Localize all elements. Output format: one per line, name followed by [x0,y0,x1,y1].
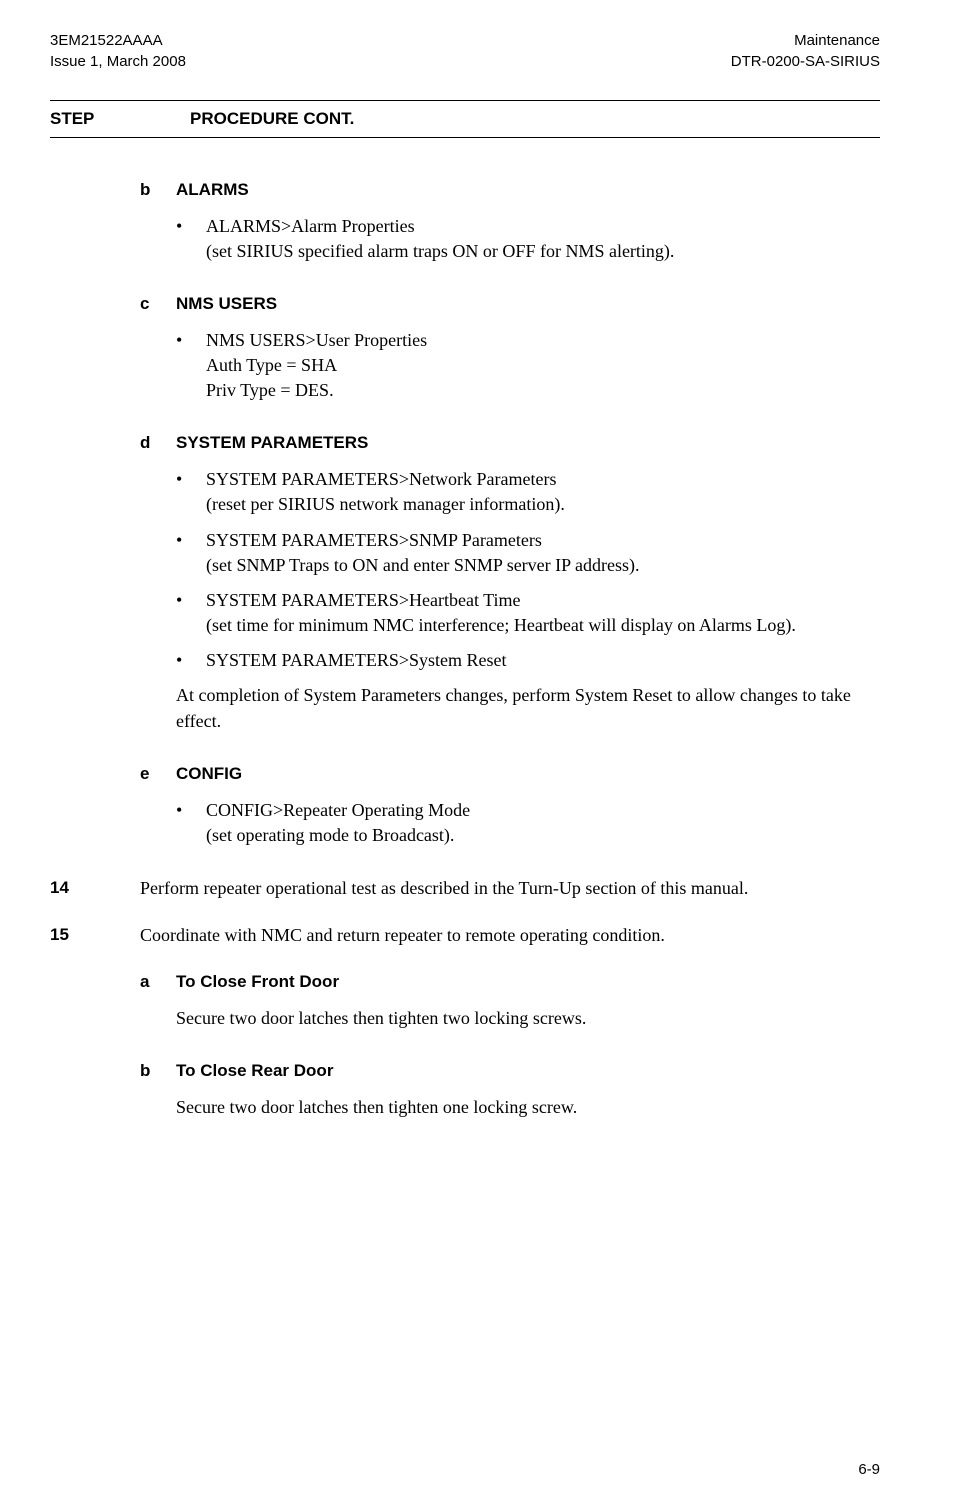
step-number: 15 [50,923,140,948]
bullet-icon: • [176,328,206,404]
sub-title: SYSTEM PARAMETERS [176,431,880,455]
list-item: • ALARMS>Alarm Properties (set SIRIUS sp… [176,214,880,264]
list-item: • NMS USERS>User Properties Auth Type = … [176,328,880,404]
doc-id: 3EM21522AAAA [50,30,186,51]
list-item: • CONFIG>Repeater Operating Mode (set op… [176,798,880,848]
list-item: • SYSTEM PARAMETERS>SNMP Parameters (set… [176,528,880,578]
step-15: 15 Coordinate with NMC and return repeat… [50,923,880,948]
sub-letter: b [140,1059,176,1083]
sub-item-15a: a To Close Front Door Secure two door la… [140,970,880,1031]
page-number: 6-9 [858,1459,880,1480]
step-label: STEP [50,107,190,131]
bullet-text: SYSTEM PARAMETERS>System Reset [206,648,880,673]
page-header: 3EM21522AAAA Issue 1, March 2008 Mainten… [50,30,880,72]
sub-body: Secure two door latches then tighten two… [140,1006,880,1031]
content-area: b ALARMS • ALARMS>Alarm Properties (set … [50,178,880,1121]
sub-letter: a [140,970,176,994]
bullet-text: ALARMS>Alarm Properties (set SIRIUS spec… [206,214,880,264]
step-text: Coordinate with NMC and return repeater … [140,923,880,948]
bullet-icon: • [176,798,206,848]
sub-letter: b [140,178,176,202]
sub-title: ALARMS [176,178,880,202]
sub-heading-c: c NMS USERS [140,292,880,316]
sub-title: NMS USERS [176,292,880,316]
sub-heading-15a: a To Close Front Door [140,970,880,994]
section-header: STEP PROCEDURE CONT. [50,101,880,137]
sub-heading-e: e CONFIG [140,762,880,786]
list-item: • SYSTEM PARAMETERS>Heartbeat Time (set … [176,588,880,638]
list-item: • SYSTEM PARAMETERS>Network Parameters (… [176,467,880,517]
list-item: • SYSTEM PARAMETERS>System Reset [176,648,880,673]
sub-body: Secure two door latches then tighten one… [140,1095,880,1120]
sub-title: To Close Rear Door [176,1059,880,1083]
divider-bottom [50,137,880,138]
bullet-text: CONFIG>Repeater Operating Mode (set oper… [206,798,880,848]
sub-item-b: b ALARMS • ALARMS>Alarm Properties (set … [140,178,880,264]
bullet-text: NMS USERS>User Properties Auth Type = SH… [206,328,880,404]
note-text: At completion of System Parameters chang… [140,683,880,733]
bullet-text: SYSTEM PARAMETERS>Network Parameters (re… [206,467,880,517]
sub-item-15b: b To Close Rear Door Secure two door lat… [140,1059,880,1120]
sub-item-d: d SYSTEM PARAMETERS • SYSTEM PARAMETERS>… [140,431,880,733]
sub-title: CONFIG [176,762,880,786]
sub-item-e: e CONFIG • CONFIG>Repeater Operating Mod… [140,762,880,848]
header-right: Maintenance DTR-0200-SA-SIRIUS [731,30,880,72]
sub-title: To Close Front Door [176,970,880,994]
doc-section: Maintenance [731,30,880,51]
sub-heading-15b: b To Close Rear Door [140,1059,880,1083]
sub-heading-d: d SYSTEM PARAMETERS [140,431,880,455]
bullet-list-c: • NMS USERS>User Properties Auth Type = … [140,328,880,404]
sub-item-c: c NMS USERS • NMS USERS>User Properties … [140,292,880,403]
bullet-icon: • [176,467,206,517]
bullet-icon: • [176,214,206,264]
bullet-icon: • [176,528,206,578]
bullet-text: SYSTEM PARAMETERS>SNMP Parameters (set S… [206,528,880,578]
bullet-icon: • [176,648,206,673]
bullet-list-e: • CONFIG>Repeater Operating Mode (set op… [140,798,880,848]
issue-date: Issue 1, March 2008 [50,51,186,72]
doc-code: DTR-0200-SA-SIRIUS [731,51,880,72]
bullet-icon: • [176,588,206,638]
step-14: 14 Perform repeater operational test as … [50,876,880,901]
header-left: 3EM21522AAAA Issue 1, March 2008 [50,30,186,72]
step-number: 14 [50,876,140,901]
bullet-text: SYSTEM PARAMETERS>Heartbeat Time (set ti… [206,588,880,638]
step-text: Perform repeater operational test as des… [140,876,880,901]
bullet-list-d: • SYSTEM PARAMETERS>Network Parameters (… [140,467,880,673]
sub-letter: d [140,431,176,455]
sub-letter: e [140,762,176,786]
sub-heading-b: b ALARMS [140,178,880,202]
sub-letter: c [140,292,176,316]
procedure-label: PROCEDURE CONT. [190,107,880,131]
bullet-list-b: • ALARMS>Alarm Properties (set SIRIUS sp… [140,214,880,264]
